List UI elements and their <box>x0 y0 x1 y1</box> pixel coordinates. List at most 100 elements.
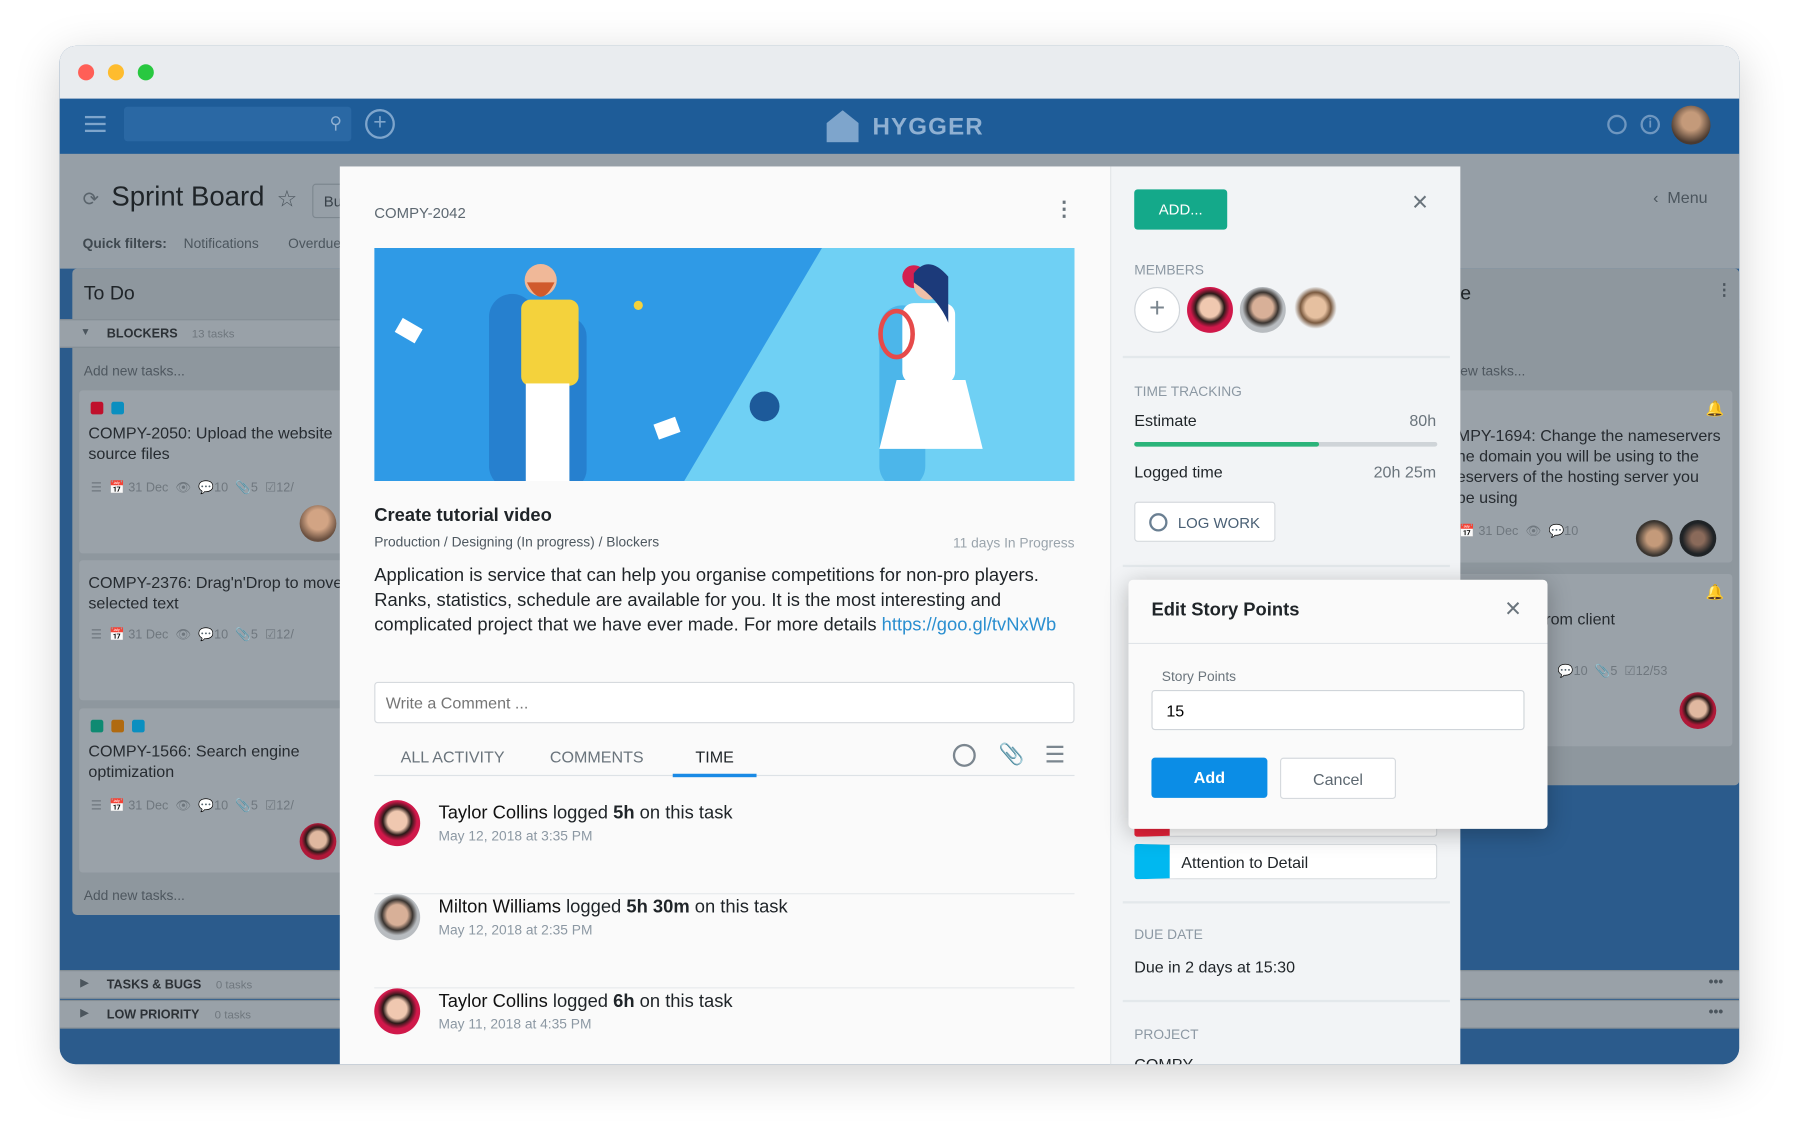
add-new-task-link[interactable]: ew tasks... <box>1460 363 1525 379</box>
cancel-button[interactable]: Cancel <box>1280 757 1396 800</box>
more-icon[interactable]: ••• <box>1709 974 1723 990</box>
card-title: MPY-1694: Change the nameservers he domai… <box>1456 425 1721 507</box>
members-label: MEMBERS <box>1134 261 1204 278</box>
card-meta: ☰ 📅 31 Dec 👁 💬10 📎5 ☑12/ <box>90 799 294 813</box>
story-points-label: Story Points <box>1161 668 1237 685</box>
close-window-button[interactable] <box>78 64 95 81</box>
filter-overdue[interactable]: Overdue <box>288 235 341 251</box>
refresh-icon[interactable]: ⟳ <box>83 188 99 211</box>
due-date-value[interactable]: Due in 2 days at 15:30 <box>1134 957 1295 975</box>
user-avatar[interactable] <box>1671 105 1711 145</box>
assignee-avatar[interactable] <box>299 505 337 542</box>
activity-row: Milton Williams logged 5h 30m on this ta… <box>374 894 1075 989</box>
comment-input[interactable] <box>374 681 1075 724</box>
more-icon[interactable]: ••• <box>1709 1003 1723 1019</box>
task-age: 11 days In Progress <box>953 534 1075 552</box>
task-cover-illustration <box>374 247 1075 482</box>
tab-all-activity[interactable]: ALL ACTIVITY <box>401 747 505 765</box>
close-icon[interactable]: × <box>1412 187 1428 219</box>
task-card[interactable]: 🔔 MPY-1694: Change the nameservers he dom… <box>1454 390 1733 563</box>
estimate-value: 80h <box>1409 410 1437 430</box>
divider <box>1122 355 1450 359</box>
hygger-logo-icon <box>826 110 859 143</box>
quick-filters-label: Quick filters: <box>82 235 167 252</box>
search-icon: ⚲ <box>329 113 343 134</box>
assignee-avatar[interactable] <box>1635 520 1673 557</box>
card-title: COMPY-1566: Search engine optimization <box>88 741 300 781</box>
bell-icon: 🔔 <box>1705 583 1725 601</box>
activity-date: May 12, 2018 at 2:35 PM <box>438 921 593 938</box>
tag-blue <box>111 401 124 415</box>
activity-row: Taylor Collins logged 5h on this task Ma… <box>374 800 1075 895</box>
swimlane-count: 0 tasks <box>214 1009 252 1022</box>
swimlane-name: LOW PRIORITY <box>106 1007 200 1022</box>
time-tracking-label: TIME TRACKING <box>1134 383 1242 400</box>
add-new-task-link-bottom[interactable]: Add new tasks... <box>84 887 185 903</box>
swimlane-count: 0 tasks <box>215 979 253 992</box>
activity-avatar[interactable] <box>374 800 421 847</box>
maximize-window-button[interactable] <box>137 64 154 81</box>
tag-orange <box>111 719 124 733</box>
filter-notifications[interactable]: Notifications <box>184 235 259 251</box>
activity-date: May 11, 2018 at 4:35 PM <box>438 1015 592 1033</box>
task-card[interactable]: COMPY-1566: Search engine optimization ☰… <box>79 708 355 873</box>
column-kebab-icon[interactable]: ⋮ <box>1716 280 1732 300</box>
menu-toggle[interactable]: ‹ Menu <box>1653 188 1708 206</box>
add-new-task-link[interactable]: Add new tasks... <box>84 363 185 379</box>
card-meta: ☰ 📅 31 Dec 👁 💬10 📎5 ☑12/ <box>90 627 294 642</box>
task-id: COMPY-2042 <box>374 204 466 222</box>
tag-green <box>90 719 104 733</box>
column-title: e <box>1460 282 1472 305</box>
add-icon[interactable]: + <box>365 109 395 139</box>
activity-avatar[interactable] <box>374 988 421 1035</box>
label-attention-to-detail[interactable]: Attention to Detail <box>1134 843 1438 880</box>
kebab-menu-icon[interactable]: ⋮ <box>1054 197 1075 221</box>
caret-right-icon: ▶ <box>80 976 89 989</box>
attachment-filter-icon[interactable]: 📎 <box>999 743 1025 767</box>
clock-filter-icon[interactable] <box>952 743 976 767</box>
task-description: Application is service that can help you… <box>374 565 1057 635</box>
edit-story-points-popup: Edit Story Points × Story Points Add Can… <box>1128 579 1548 829</box>
search-input[interactable]: ⚲ <box>123 106 352 142</box>
star-icon[interactable]: ☆ <box>277 185 298 214</box>
member-avatar[interactable] <box>1239 287 1286 333</box>
list-filter-icon[interactable]: ☰ <box>1045 740 1066 769</box>
story-points-input[interactable] <box>1151 689 1525 731</box>
task-card[interactable]: COMPY-2050: Upload the website source fi… <box>79 390 355 554</box>
assignee-avatar[interactable] <box>1679 692 1717 729</box>
close-icon[interactable]: × <box>1505 594 1521 626</box>
divider <box>1122 999 1450 1003</box>
activity-avatar[interactable] <box>374 894 421 941</box>
task-breadcrumb[interactable]: Production / Designing (In progress) / B… <box>374 534 659 550</box>
due-date-label: DUE DATE <box>1134 926 1203 943</box>
logo-text: HYGGER <box>872 113 984 141</box>
project-value[interactable]: COMPY <box>1134 1055 1193 1064</box>
add-button[interactable]: Add <box>1151 757 1268 798</box>
swimlane-name: TASKS & BUGS <box>106 978 202 992</box>
member-avatar[interactable] <box>1187 287 1233 333</box>
log-work-button[interactable]: LOG WORK <box>1134 501 1276 542</box>
swimlane-name: BLOCKERS <box>106 327 178 341</box>
tab-time[interactable]: TIME <box>672 747 757 778</box>
title-bar <box>59 45 1740 99</box>
tag-red <box>90 401 104 415</box>
task-title[interactable]: Create tutorial video <box>374 506 552 527</box>
task-card[interactable]: COMPY-2376: Drag'n'Drop to move selected… <box>79 560 355 701</box>
add-member-button[interactable]: + <box>1134 287 1181 333</box>
hamburger-menu-icon[interactable] <box>84 115 106 133</box>
info-icon[interactable]: i <box>1640 114 1661 135</box>
divider <box>1122 564 1450 568</box>
activity-text: Milton Williams logged 5h 30m on this ta… <box>438 897 788 918</box>
member-avatar[interactable] <box>1292 287 1339 333</box>
assignee-avatar[interactable] <box>299 823 337 860</box>
divider <box>1122 901 1450 904</box>
chevron-left-icon: ‹ <box>1653 188 1668 207</box>
estimate-label: Estimate <box>1134 410 1197 430</box>
add-button[interactable]: ADD... <box>1134 189 1228 230</box>
minimize-window-button[interactable] <box>107 64 124 81</box>
description-link[interactable]: https://goo.gl/tvNxWb <box>882 615 1057 635</box>
assignee-avatar[interactable] <box>1679 520 1717 557</box>
tab-comments[interactable]: COMMENTS <box>550 747 644 765</box>
clock-icon[interactable] <box>1607 114 1627 135</box>
activity-text: Taylor Collins logged 6h on this task <box>438 991 733 1012</box>
